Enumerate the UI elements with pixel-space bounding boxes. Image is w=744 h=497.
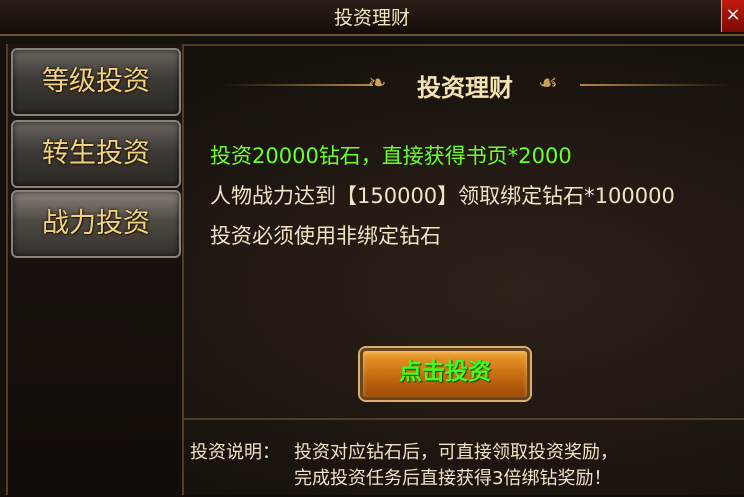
content-panel: ❧ 投资理财 ☙ 投资20000钻石，直接获得书页*2000 人物战力达到【15…	[182, 44, 744, 497]
invest-button[interactable]: 点击投资	[360, 348, 530, 400]
invest-button-label: 点击投资	[399, 359, 491, 385]
panel-title: 投资理财	[417, 73, 513, 102]
title-bar: 投资理财 ×	[0, 0, 744, 36]
header-line-left	[222, 84, 372, 86]
invest-reward-text: 投资20000钻石，直接获得书页*2000	[210, 144, 572, 168]
panel-header: ❧ 投资理财 ☙	[182, 60, 744, 110]
sidebar-item-power-invest[interactable]: 战力投资	[11, 190, 181, 258]
sidebar-item-level-invest[interactable]: 等级投资	[11, 48, 181, 116]
sidebar-item-rebirth-invest[interactable]: 转生投资	[11, 120, 181, 188]
ornament-right-icon: ☙	[538, 71, 558, 96]
diamond-requirement-text: 投资必须使用非绑定钻石	[210, 224, 441, 248]
sidebar-item-label: 等级投资	[42, 66, 150, 97]
note-line: 投资对应钻石后，可直接领取投资奖励，	[294, 442, 618, 463]
window-title: 投资理财	[333, 7, 410, 29]
ornament-left-icon: ❧	[368, 71, 387, 96]
power-requirement-text: 人物战力达到【150000】领取绑定钻石*100000	[210, 184, 675, 208]
divider	[182, 418, 744, 420]
header-line-right	[580, 84, 730, 86]
note-label: 投资说明：	[190, 442, 280, 463]
sidebar: 等级投资 转生投资 战力投资	[6, 44, 184, 495]
sidebar-item-label: 转生投资	[42, 138, 150, 169]
sidebar-item-label: 战力投资	[42, 208, 150, 239]
close-button[interactable]: ×	[721, 0, 744, 32]
note-line: 完成投资任务后直接获得3倍绑钻奖励！	[294, 468, 612, 489]
